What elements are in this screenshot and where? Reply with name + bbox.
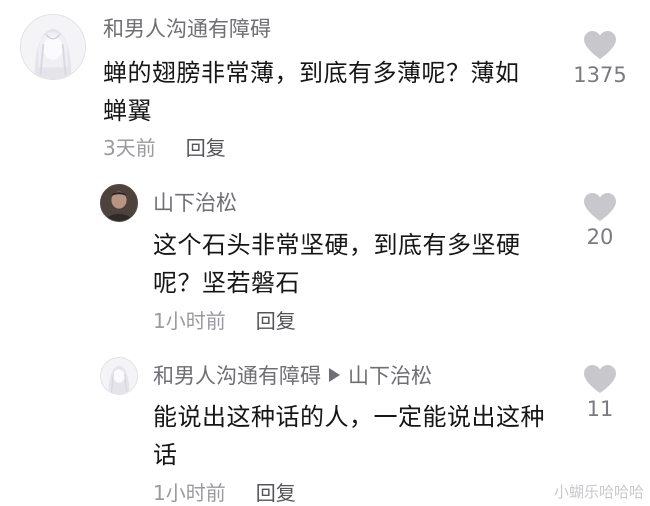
reply-time: 1小时前 [153, 309, 226, 333]
heart-icon [584, 365, 616, 393]
watermark: 小蝴乐哈哈哈 [553, 483, 644, 501]
comment-text: 蝉的翅膀非常薄，到底有多薄呢？薄如蝉翼 [103, 59, 520, 125]
anime-girl-avatar-icon [21, 15, 85, 79]
like-count: 1375 [573, 63, 627, 87]
reply-item: 和男人沟通有障碍 山下治松 能说出这种话的人，一定能说出这种话 1小时前 回复 11 [0, 340, 650, 506]
triangle-right-icon [329, 368, 340, 382]
like-count: 11 [586, 397, 614, 421]
reply-button[interactable]: 回复 [256, 309, 296, 333]
reply-item: 山下治松 这个石头非常坚硬，到底有多坚硬呢？坚若磐石 1小时前 回复 20 [0, 170, 650, 340]
comment-username[interactable]: 和男人沟通有障碍 [103, 15, 271, 43]
avatar[interactable] [100, 184, 138, 222]
reply-button[interactable]: 回复 [256, 481, 296, 505]
like-button[interactable]: 20 [570, 192, 630, 250]
comment-item: 和男人沟通有障碍 蝉的翅膀非常薄，到底有多薄呢？薄如蝉翼 3天前 回复 1375 [0, 0, 650, 170]
reply-meta: 1小时前 回复 [153, 308, 296, 334]
reply-username: 和男人沟通有障碍 山下治松 [153, 362, 432, 390]
avatar[interactable] [20, 14, 86, 80]
like-button[interactable]: 1375 [570, 30, 630, 88]
user-photo-avatar-icon [101, 185, 137, 221]
reply-username[interactable]: 山下治松 [153, 189, 237, 217]
comment-time: 3天前 [103, 136, 156, 160]
anime-girl-avatar-icon [101, 358, 137, 394]
comment-meta: 3天前 回复 [103, 135, 226, 161]
like-button[interactable]: 11 [570, 364, 630, 422]
reply-text: 这个石头非常坚硬，到底有多坚硬呢？坚若磐石 [153, 231, 521, 297]
avatar[interactable] [100, 357, 138, 395]
heart-icon [584, 31, 616, 59]
like-count: 20 [586, 225, 614, 249]
reply-time: 1小时前 [153, 481, 226, 505]
heart-icon [584, 193, 616, 221]
reply-target-username[interactable]: 山下治松 [348, 362, 432, 390]
reply-meta: 1小时前 回复 [153, 480, 296, 506]
reply-author[interactable]: 和男人沟通有障碍 [153, 364, 321, 388]
reply-text: 能说出这种话的人，一定能说出这种话 [153, 403, 545, 469]
reply-button[interactable]: 回复 [186, 136, 226, 160]
